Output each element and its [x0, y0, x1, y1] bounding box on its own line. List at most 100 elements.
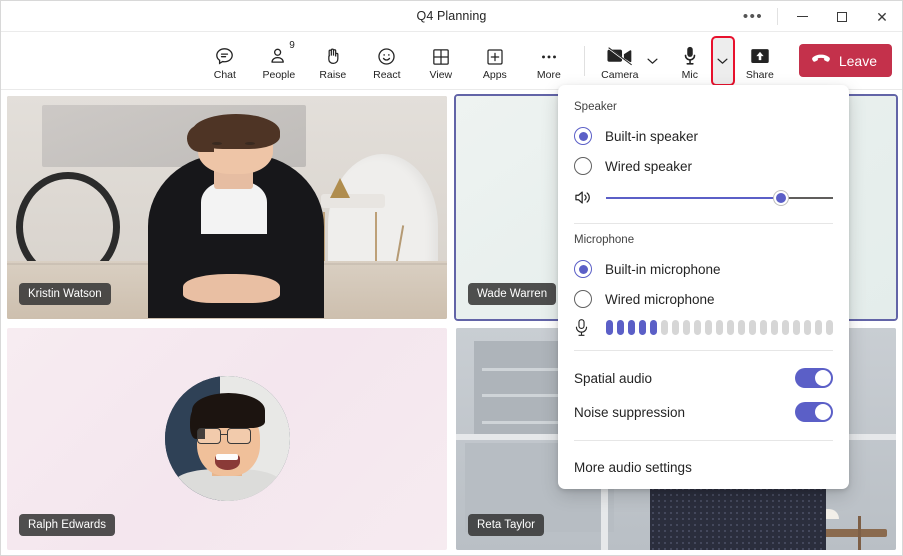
speaker-option-wired[interactable]: Wired speaker: [558, 151, 849, 181]
minimize-button[interactable]: [782, 1, 822, 32]
close-button[interactable]: ✕: [862, 1, 902, 32]
slider-fill: [606, 197, 781, 199]
avatar: [165, 376, 290, 501]
more-audio-settings-link[interactable]: More audio settings: [558, 451, 849, 479]
speaker-option-built-in[interactable]: Built-in speaker: [558, 121, 849, 151]
meter-bar: [705, 320, 712, 335]
radio-icon: [574, 127, 592, 145]
meter-bar: [727, 320, 734, 335]
camera-label: Camera: [601, 69, 638, 81]
toolbar-apps-button[interactable]: Apps: [468, 35, 522, 87]
toolbar-react-button[interactable]: React: [360, 35, 414, 87]
noise-suppression-label: Noise suppression: [574, 405, 685, 420]
volume-slider[interactable]: [606, 190, 833, 206]
meter-bar: [804, 320, 811, 335]
meter-bar: [760, 320, 767, 335]
react-smiley-icon: [376, 41, 397, 67]
meter-bar: [639, 320, 646, 335]
microphone-option-wired[interactable]: Wired microphone: [558, 284, 849, 314]
mic-label: Mic: [682, 69, 698, 81]
meter-bar: [617, 320, 624, 335]
meter-bar: [661, 320, 668, 335]
more-ellipsis-icon: •••: [743, 8, 763, 25]
meter-bar: [628, 320, 635, 335]
spatial-audio-row[interactable]: Spatial audio: [558, 361, 849, 395]
toolbar-people-button[interactable]: 9 People: [252, 35, 306, 87]
chat-icon: [214, 41, 235, 67]
share-button[interactable]: Share: [733, 35, 787, 87]
toolbar-react-label: React: [373, 69, 400, 81]
meter-bar: [826, 320, 833, 335]
flyout-divider: [574, 440, 833, 441]
toolbar-primary-group: Chat 9 People Raise: [198, 35, 576, 87]
toolbar-view-button[interactable]: View: [414, 35, 468, 87]
microphone-level-meter-row: [558, 314, 849, 339]
slider-thumb[interactable]: [774, 191, 788, 205]
window-controls-divider: [777, 8, 778, 25]
video-tile-kristin-watson[interactable]: Kristin Watson: [5, 94, 449, 321]
spatial-audio-toggle[interactable]: [795, 368, 833, 388]
toolbar-chat-label: Chat: [214, 69, 236, 81]
people-icon: [268, 41, 289, 67]
meter-bar: [606, 320, 613, 335]
share-label: Share: [746, 69, 774, 81]
radio-icon: [574, 260, 592, 278]
flyout-divider: [574, 350, 833, 351]
toggle-knob: [815, 370, 831, 386]
microphone-icon: [574, 318, 594, 337]
flyout-divider: [574, 223, 833, 224]
noise-suppression-row[interactable]: Noise suppression: [558, 395, 849, 429]
meter-bar: [771, 320, 778, 335]
participant-name-label: Wade Warren: [468, 283, 556, 305]
window-controls: ••• ✕: [731, 1, 902, 32]
noise-suppression-toggle[interactable]: [795, 402, 833, 422]
meter-bar: [650, 320, 657, 335]
maximize-icon: [837, 12, 847, 22]
window-more-button[interactable]: •••: [731, 1, 775, 32]
camera-off-icon: [607, 41, 633, 67]
raise-hand-icon: [323, 41, 343, 67]
microphone-level-bars: [606, 320, 833, 335]
maximize-button[interactable]: [822, 1, 862, 32]
meter-bar: [815, 320, 822, 335]
toolbar-divider: [584, 46, 585, 76]
toolbar-raise-label: Raise: [319, 69, 346, 81]
video-tile-ralph-edwards[interactable]: Ralph Edwards: [5, 326, 449, 553]
toolbar-more-label: More: [537, 69, 561, 81]
more-ellipsis-icon: [538, 41, 560, 67]
spatial-audio-label: Spatial audio: [574, 371, 652, 386]
participant-name-label: Ralph Edwards: [19, 514, 115, 536]
toolbar-apps-label: Apps: [483, 69, 507, 81]
radio-icon: [574, 157, 592, 175]
chevron-down-icon: [647, 52, 658, 70]
participant-name-label: Reta Taylor: [468, 514, 544, 536]
speaker-option-label: Built-in speaker: [605, 129, 698, 144]
leave-button[interactable]: Leave: [799, 44, 892, 77]
close-icon: ✕: [876, 10, 888, 24]
meter-bar: [738, 320, 745, 335]
meter-bar: [716, 320, 723, 335]
audio-settings-flyout: Speaker Built-in speaker Wired speaker: [558, 85, 849, 489]
title-bar: Q4 Planning ••• ✕: [1, 1, 902, 32]
meter-bar: [793, 320, 800, 335]
mic-toggle-button[interactable]: Mic: [663, 35, 717, 87]
toggle-knob: [815, 404, 831, 420]
apps-plus-icon: [485, 41, 505, 67]
people-count-badge: 9: [289, 40, 295, 51]
view-grid-icon: [431, 41, 451, 67]
hang-up-icon: [811, 52, 831, 69]
meter-bar: [694, 320, 701, 335]
microphone-option-label: Wired microphone: [605, 292, 715, 307]
meter-bar: [683, 320, 690, 335]
toolbar-view-label: View: [430, 69, 453, 81]
speaker-section-title: Speaker: [558, 101, 849, 113]
toolbar-more-button[interactable]: More: [522, 35, 576, 87]
toolbar-chat-button[interactable]: Chat: [198, 35, 252, 87]
camera-split-button: Camera: [593, 35, 663, 87]
camera-toggle-button[interactable]: Camera: [593, 35, 647, 87]
toolbar-raise-button[interactable]: Raise: [306, 35, 360, 87]
meter-bar: [782, 320, 789, 335]
microphone-option-built-in[interactable]: Built-in microphone: [558, 254, 849, 284]
microphone-section-title: Microphone: [558, 234, 849, 246]
toolbar-people-label: People: [262, 69, 295, 81]
